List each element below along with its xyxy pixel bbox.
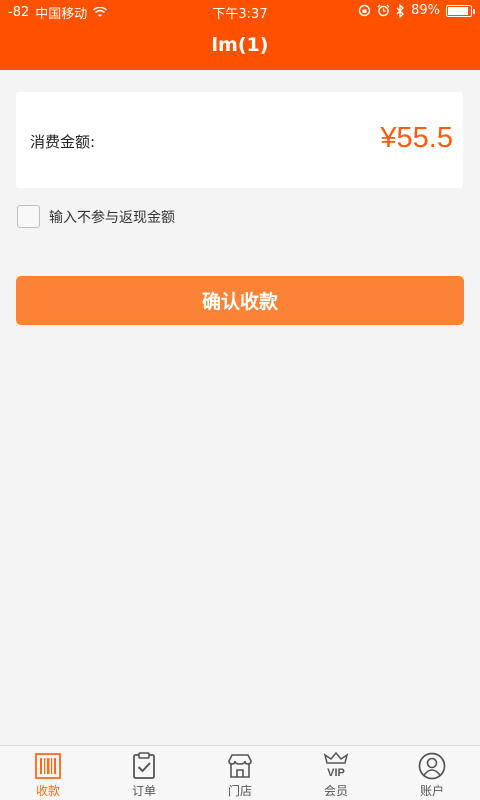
confirm-payment-button[interactable]: 确认收款 [16,276,464,325]
svg-text:VIP: VIP [327,767,345,779]
bluetooth-icon [396,3,405,18]
tab-members[interactable]: VIP 会员 [288,746,384,800]
tab-account[interactable]: 账户 [384,746,480,800]
status-right: 89% [358,3,475,18]
clipboard-check-icon [133,752,155,779]
status-bar: -82 中国移动 下午3:37 89% [0,0,480,24]
alarm-icon [377,4,390,17]
exclude-cashback-checkbox[interactable] [17,205,40,228]
tab-orders[interactable]: 订单 [96,746,192,800]
amount-card: 消费金额: ¥55.5 [16,92,463,188]
tab-store[interactable]: 门店 [192,746,288,800]
user-circle-icon [418,752,446,780]
page-title: lm(1) [211,34,269,56]
amount-value: ¥55.5 [380,122,453,154]
tab-label: 门店 [227,784,252,798]
battery-fill [448,6,468,15]
exclude-cashback-label: 输入不参与返现金额 [49,209,175,226]
exclude-cashback-option[interactable]: 输入不参与返现金额 [17,205,175,228]
tab-collect[interactable]: 收款 [0,746,96,800]
tab-label: 收款 [35,784,60,798]
store-icon [228,754,252,778]
barcode-icon [35,753,61,779]
tab-label: 账户 [419,784,444,798]
battery-icon [446,4,475,17]
orientation-lock-icon [358,4,371,17]
bottom-tab-bar: 收款 订单 门店 VIP 会员 账户 [0,745,480,800]
vip-crown-icon: VIP [323,751,349,779]
tab-label: 会员 [323,784,348,798]
app-header: -82 中国移动 下午3:37 89% lm(1) [0,0,480,70]
battery-percent: 89% [411,3,440,18]
tab-label: 订单 [131,784,156,798]
amount-label: 消费金额: [30,133,96,151]
